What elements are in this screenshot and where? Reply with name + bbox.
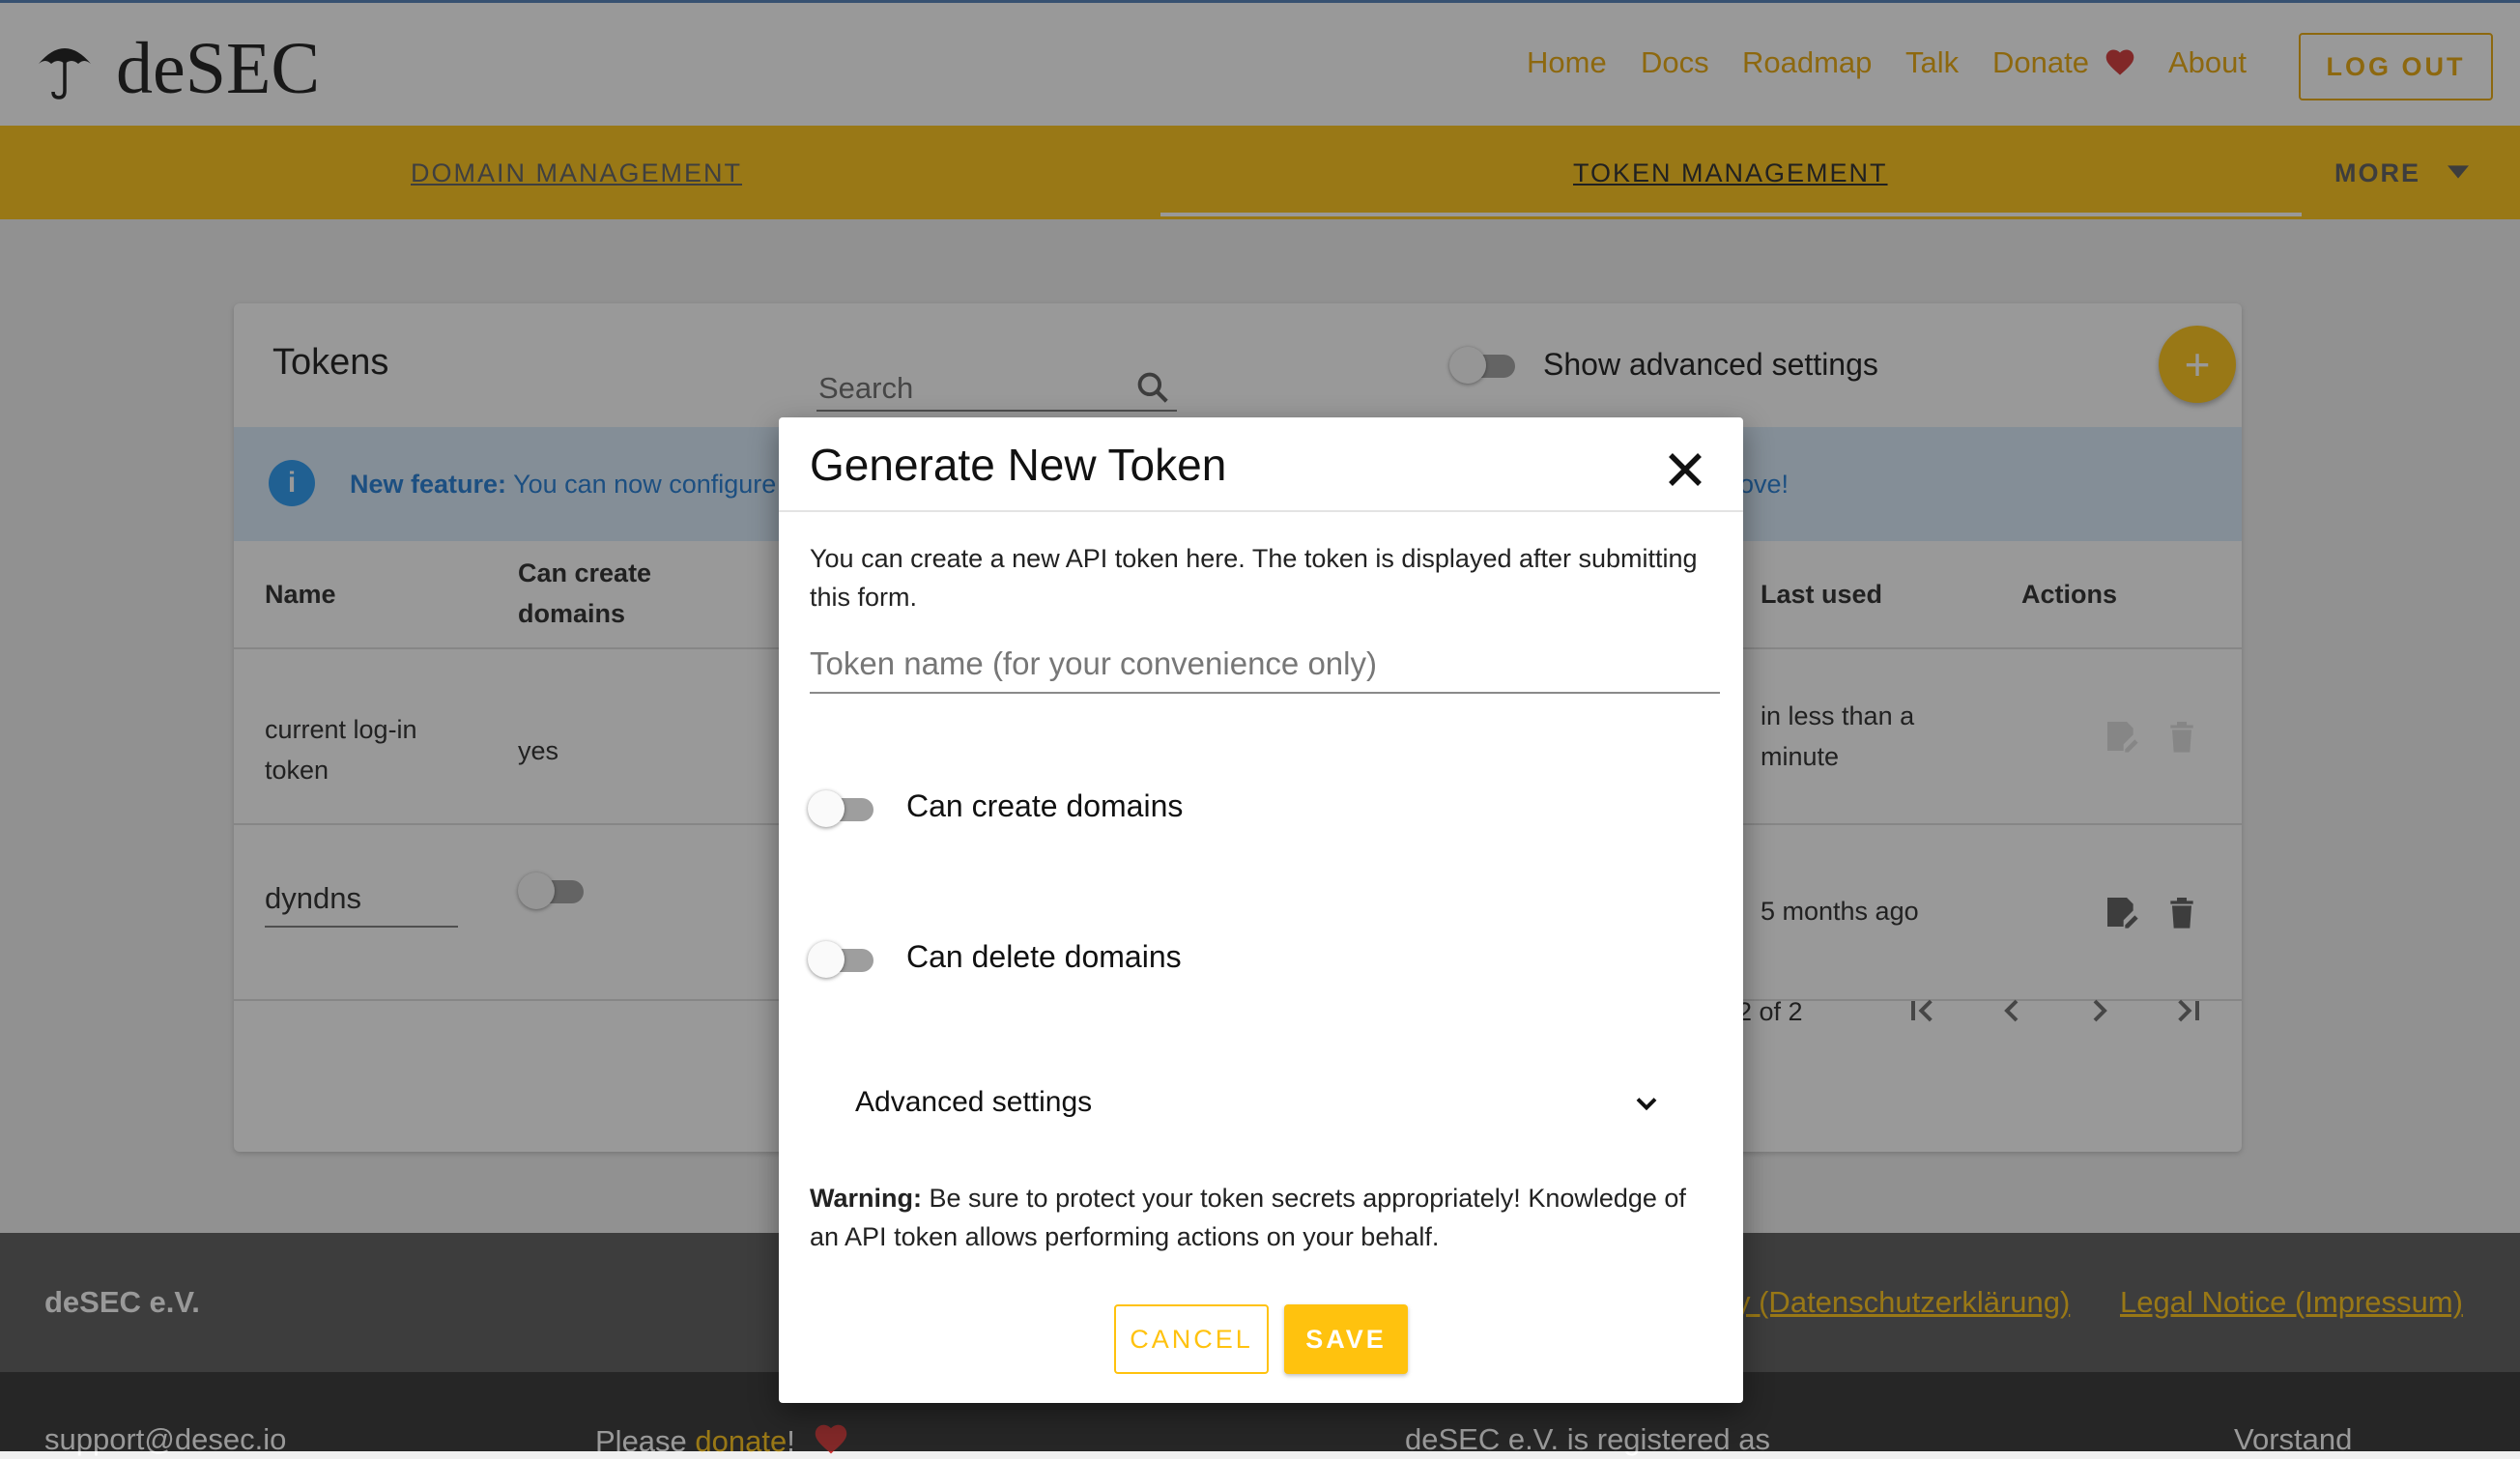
dialog-intro: You can create a new API token here. The… bbox=[810, 544, 1698, 612]
token-name-input[interactable]: Token name (for your convenience only) bbox=[810, 636, 1720, 694]
can-create-domains-label: Can create domains bbox=[906, 788, 1184, 823]
cancel-button[interactable]: CANCEL bbox=[1114, 1304, 1269, 1374]
can-create-domains-toggle[interactable] bbox=[808, 787, 879, 827]
advanced-settings-expander[interactable]: Advanced settings bbox=[855, 1086, 1092, 1119]
dialog-divider bbox=[779, 510, 1743, 512]
warning-body: Be sure to protect your token secrets ap… bbox=[810, 1184, 1686, 1251]
can-delete-domains-toggle[interactable] bbox=[808, 938, 879, 978]
close-icon[interactable] bbox=[1656, 441, 1714, 499]
warning-bold: Warning: bbox=[810, 1184, 922, 1213]
chevron-down-icon[interactable] bbox=[1629, 1086, 1664, 1121]
can-delete-domains-label: Can delete domains bbox=[906, 939, 1182, 974]
generate-token-dialog: Generate New Token You can create a new … bbox=[779, 417, 1743, 1403]
save-button[interactable]: SAVE bbox=[1284, 1304, 1408, 1374]
warning-text: Warning: Be sure to protect your token s… bbox=[810, 1179, 1718, 1256]
toggle-thumb bbox=[808, 941, 845, 978]
dialog-title: Generate New Token bbox=[810, 440, 1227, 490]
page: deSEC Home Docs Roadmap Talk Donate Abou… bbox=[0, 0, 2520, 1458]
toggle-thumb bbox=[808, 790, 845, 827]
token-name-placeholder: Token name (for your convenience only) bbox=[810, 645, 1377, 681]
